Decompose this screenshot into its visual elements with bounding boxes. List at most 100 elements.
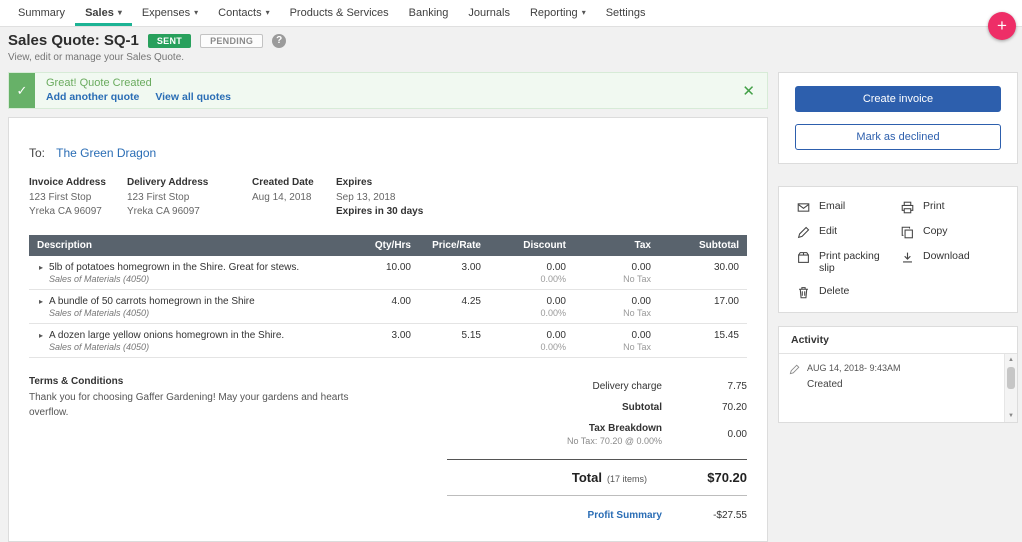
subtotal-value: 15.45 (713, 330, 739, 341)
header-description: Description (37, 240, 93, 251)
total-items-count: (17 items) (606, 474, 647, 484)
tax-breakdown-detail: No Tax: 70.20 @ 0.00% (566, 436, 662, 446)
activity-title: Activity (779, 327, 1017, 354)
scrollbar-thumb[interactable] (1007, 367, 1015, 389)
cell-subtotal: 30.00 (651, 262, 739, 273)
activity-edit-icon (789, 364, 800, 378)
cell-description: ▸ 5lb of potatoes homegrown in the Shire… (37, 262, 341, 284)
tax-breakdown-label: Tax Breakdown (588, 423, 662, 434)
cell-subtotal: 17.00 (651, 296, 739, 307)
line-items-table: Description Qty/Hrs Price/Rate Discount … (29, 235, 747, 358)
delete-action[interactable]: Delete (797, 285, 895, 299)
create-invoice-button[interactable]: Create invoice (795, 86, 1001, 112)
nav-item-summary[interactable]: Summary (8, 0, 75, 26)
tax-code: No Tax (623, 342, 651, 352)
to-label: To: (29, 146, 46, 160)
nav-item-expenses[interactable]: Expenses ▾ (132, 0, 208, 26)
mark-as-declined-button[interactable]: Mark as declined (795, 124, 1001, 150)
nav-item-settings[interactable]: Settings (596, 0, 656, 26)
download-action[interactable]: Download (901, 250, 999, 274)
print-packing-slip-action[interactable]: Print packing slip (797, 250, 895, 274)
subtotal-value: 17.00 (713, 296, 739, 307)
table-row: ▸ A bundle of 50 carrots homegrown in th… (29, 290, 747, 324)
cell-price: 5.15 (411, 330, 481, 341)
action-label: Copy (923, 225, 948, 237)
item-account: Sales of Materials (4050) (49, 342, 150, 352)
expand-row-icon[interactable]: ▸ (39, 297, 43, 306)
cell-description: ▸ A dozen large yellow onions homegrown … (37, 330, 341, 352)
table-row: ▸ 5lb of potatoes homegrown in the Shire… (29, 256, 747, 290)
nav-item-reporting[interactable]: Reporting ▾ (520, 0, 596, 26)
cell-tax: 0.00 No Tax (566, 330, 651, 352)
delete-icon (797, 286, 810, 299)
cell-qty: 4.00 (341, 296, 411, 307)
banner-close-button[interactable]: ✕ (730, 82, 767, 100)
view-all-quotes-link[interactable]: View all quotes (155, 91, 231, 103)
edit-action[interactable]: Edit (797, 225, 895, 239)
activity-scrollbar[interactable]: ▲ ▼ (1004, 354, 1017, 422)
profit-summary-value: -$27.55 (713, 510, 747, 521)
terms-and-conditions: Terms & Conditions Thank you for choosin… (29, 376, 359, 521)
subtotal-row: Subtotal 70.20 (447, 397, 747, 418)
header-subtotal: Subtotal (699, 240, 739, 251)
nav-item-products-services[interactable]: Products & Services (280, 0, 399, 26)
cell-tax: 0.00 No Tax (566, 262, 651, 284)
nav-item-label: Settings (605, 7, 646, 19)
table-header-row: Description Qty/Hrs Price/Rate Discount … (29, 235, 747, 256)
quote-meta: Invoice Address 123 First Stop Yreka CA … (29, 177, 747, 219)
page-title: Sales Quote: SQ-1 (8, 32, 139, 49)
cell-qty: 10.00 (341, 262, 411, 273)
cell-qty: 3.00 (341, 330, 411, 341)
action-label: Edit (819, 225, 838, 237)
status-badge-sent: SENT (147, 33, 192, 48)
tax-code: No Tax (623, 274, 651, 284)
invoice-address: Invoice Address 123 First Stop Yreka CA … (29, 177, 106, 217)
subtotal-total-value: 70.20 (721, 402, 747, 413)
delivery-charge-value: 7.75 (727, 381, 747, 392)
status-badge-pending: PENDING (200, 33, 264, 48)
customer-link[interactable]: The Green Dragon (56, 146, 156, 160)
header-price: Price/Rate (432, 240, 481, 251)
expand-row-icon[interactable]: ▸ (39, 331, 43, 340)
scroll-down-icon[interactable]: ▼ (1008, 410, 1014, 422)
price-value: 3.00 (461, 262, 481, 273)
nav-item-label: Reporting (529, 7, 578, 19)
nav-item-sales[interactable]: Sales ▾ (75, 0, 132, 26)
cell-discount: 0.00 0.00% (481, 330, 566, 352)
subtotal-value: 30.00 (713, 262, 739, 273)
totals-panel: Delivery charge 7.75 Subtotal 70.20 Tax … (447, 376, 747, 521)
nav-item-banking[interactable]: Banking (399, 0, 459, 26)
copy-action[interactable]: Copy (901, 225, 999, 239)
nav-item-contacts[interactable]: Contacts ▾ (208, 0, 279, 26)
discount-value: 0.00 (546, 330, 566, 341)
add-another-quote-link[interactable]: Add another quote (46, 91, 139, 103)
nav-item-journals[interactable]: Journals (458, 0, 520, 26)
plus-icon: + (997, 16, 1007, 35)
scrollbar-track[interactable] (1005, 366, 1017, 410)
help-icon[interactable]: ? (272, 33, 287, 48)
email-action[interactable]: Email (797, 200, 895, 214)
profit-summary-link[interactable]: Profit Summary (588, 510, 662, 521)
item-account: Sales of Materials (4050) (49, 274, 150, 284)
print-action[interactable]: Print (901, 200, 999, 214)
tax-breakdown-row: Tax Breakdown No Tax: 70.20 @ 0.00% 0.00 (447, 418, 747, 451)
activity-action: Created (807, 379, 843, 390)
nav-item-label: Expenses (141, 7, 191, 19)
expand-row-icon[interactable]: ▸ (39, 263, 43, 272)
header-tax: Tax (634, 240, 652, 251)
action-label: Print packing slip (819, 250, 880, 274)
activity-date: AUG 14, 2018- 9:43AM (807, 363, 901, 373)
nav-item-label: Sales (85, 7, 114, 19)
qty-value: 10.00 (385, 262, 411, 273)
delivery-charge-row: Delivery charge 7.75 (447, 376, 747, 397)
success-check-stripe: ✓ (9, 73, 35, 108)
action-label: Email (819, 200, 846, 212)
activity-entry: AUG 14, 2018- 9:43AM Created (789, 363, 994, 390)
discount-pct: 0.00% (540, 274, 566, 284)
add-new-button[interactable]: + (988, 12, 1016, 40)
close-icon: ✕ (742, 82, 755, 100)
page-header: Sales Quote: SQ-1 SENT PENDING ? View, e… (0, 27, 1022, 70)
delivery-address: Delivery Address 123 First Stop Yreka CA… (127, 177, 209, 217)
primary-actions-card: Create invoice Mark as declined (778, 72, 1018, 164)
scroll-up-icon[interactable]: ▲ (1008, 354, 1014, 366)
